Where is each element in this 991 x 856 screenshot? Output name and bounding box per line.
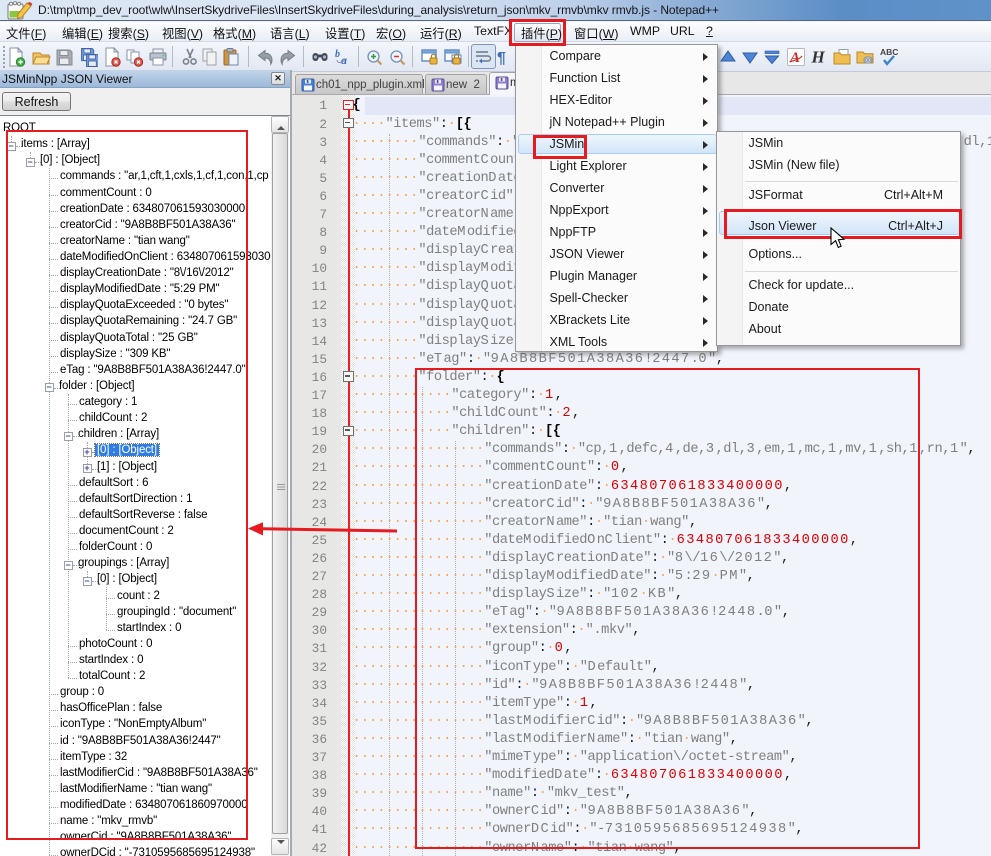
svg-text:A: A [789, 50, 800, 66]
svg-text:H: H [810, 48, 825, 67]
svg-text:b: b [335, 49, 340, 60]
svg-text:¶: ¶ [497, 50, 506, 67]
svg-text:ABC: ABC [880, 47, 898, 57]
